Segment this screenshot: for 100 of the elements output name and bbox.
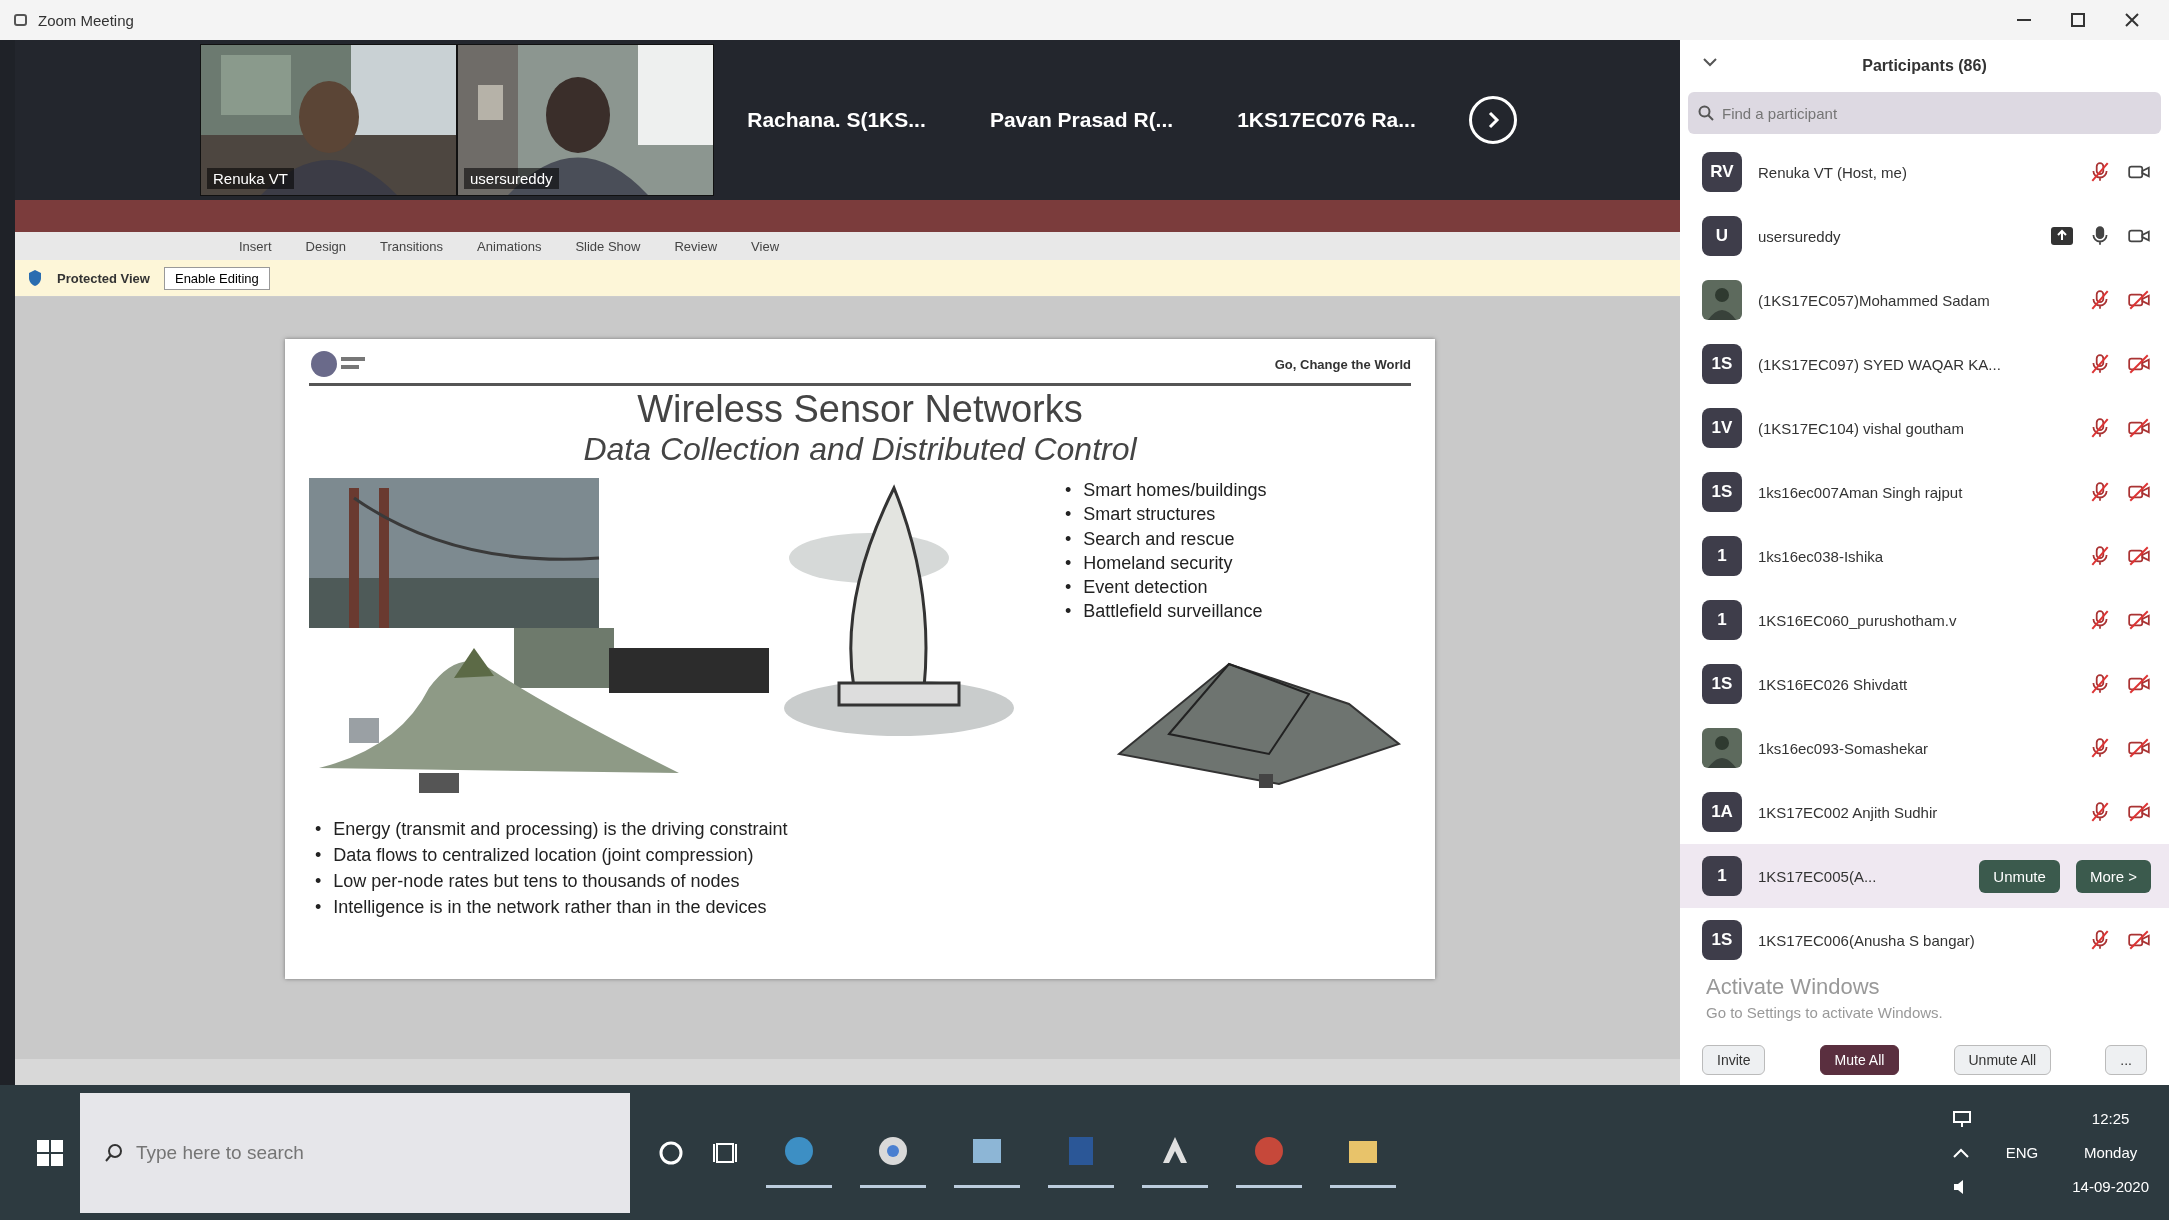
ribbon-tab[interactable]: Animations	[473, 236, 546, 256]
bullet-marker: •	[315, 870, 322, 894]
participant-name: Renuka VT (Host, me)	[1758, 163, 1908, 181]
chevron-up-icon[interactable]	[1951, 1146, 1970, 1159]
slide-bullet: Intelligence is in the network rather than in the devices	[333, 896, 767, 920]
mute-all-button[interactable]: Mute All	[1819, 1045, 1900, 1075]
muted-microphone-icon[interactable]	[2089, 929, 2111, 951]
zoom-logo-icon	[14, 12, 30, 28]
unmute-all-button[interactable]: Unmute All	[1953, 1045, 2052, 1075]
muted-microphone-icon[interactable]	[2089, 289, 2111, 311]
bullet-marker: •	[315, 844, 322, 868]
slide-bullet: Energy (transmit and processing) is the driving constraint	[333, 818, 788, 841]
avatar: 1	[1702, 856, 1742, 896]
clock-day[interactable]: Monday	[2072, 1144, 2149, 1161]
shield-icon	[27, 269, 43, 287]
clock-date[interactable]: 14-09-2020	[2072, 1178, 2149, 1195]
participant-row[interactable]: 1 1KS16EC060_purushotham.v	[1680, 588, 2169, 652]
video-off-icon[interactable]	[2127, 801, 2151, 823]
slide-bullet: Search and rescue	[1083, 527, 1235, 551]
video-tile[interactable]: usersureddy	[457, 44, 714, 196]
participant-row[interactable]: 1V (1KS17EC104) vishal goutham	[1680, 396, 2169, 460]
muted-microphone-icon[interactable]	[2089, 673, 2111, 695]
muted-microphone-icon[interactable]	[2089, 417, 2111, 439]
bullet-marker: •	[1065, 479, 1072, 502]
maximize-icon[interactable]	[2071, 13, 2085, 27]
cortana-icon[interactable]	[658, 1139, 684, 1166]
avatar: 1S	[1702, 344, 1742, 384]
slide-bullet: Low per-node rates but tens to thousands of nodes	[333, 870, 740, 894]
ribbon-tab[interactable]: Insert	[235, 236, 276, 256]
video-off-icon[interactable]	[2127, 929, 2151, 951]
participant-row[interactable]: 1 1ks16ec038-Ishika	[1680, 524, 2169, 588]
participant-row[interactable]: 1A 1KS17EC002 Anjith Sudhir	[1680, 780, 2169, 844]
muted-microphone-icon[interactable]	[2089, 481, 2111, 503]
participant-row[interactable]: 1S 1KS17EC006(Anusha S bangar)	[1680, 908, 2169, 972]
bullet-marker: •	[1065, 527, 1072, 551]
participant-row[interactable]: 1S (1KS17EC097) SYED WAQAR KA...	[1680, 332, 2169, 396]
participant-name: 1ks16ec093-Somashekar	[1758, 739, 1930, 757]
participant-row[interactable]: 1S 1KS16EC026 Shivdatt	[1680, 652, 2169, 716]
muted-microphone-icon[interactable]	[2089, 801, 2111, 823]
activation-title: Activate Windows	[1706, 974, 1881, 1000]
video-off-icon[interactable]	[2127, 545, 2151, 567]
avatar: 1S	[1702, 664, 1742, 704]
collapse-icon[interactable]	[1702, 56, 1718, 68]
participant-action-button[interactable]: More >	[2075, 859, 2151, 893]
participant-name: (1KS17EC104) vishal goutham	[1758, 419, 1965, 437]
participant-name-tile[interactable]: Rachana. S(1KS...	[714, 45, 959, 195]
video-off-icon[interactable]	[2127, 353, 2151, 375]
video-off-icon[interactable]	[2127, 417, 2151, 439]
close-icon[interactable]	[2125, 13, 2139, 27]
muted-microphone-icon[interactable]	[2089, 545, 2111, 567]
ribbon-tab[interactable]: Transitions	[376, 236, 448, 256]
participant-row[interactable]: 1 1KS17EC005(A... Unmute More >	[1680, 844, 2169, 908]
participant-name-tile[interactable]: 1KS17EC076 Ra...	[1204, 45, 1449, 195]
participant-action-button[interactable]: Unmute	[1979, 859, 2060, 893]
participant-name: 1ks16ec038-Ishika	[1758, 547, 1885, 565]
network-icon[interactable]	[1951, 1109, 1972, 1128]
muted-microphone-icon[interactable]	[2089, 609, 2111, 631]
slide-bullet: Event detection	[1083, 576, 1208, 600]
language-indicator[interactable]: ENG	[2005, 1144, 2039, 1161]
video-off-icon[interactable]	[2127, 609, 2151, 631]
ribbon-tab[interactable]: Design	[301, 236, 350, 256]
slide-tagline: Go, Change the World	[1274, 356, 1411, 372]
participant-name-tile[interactable]: Pavan Prasad R(...	[959, 45, 1204, 195]
participant-row[interactable]: 1S 1ks16ec007Aman Singh rajput	[1680, 460, 2169, 524]
participant-row[interactable]: (1KS17EC057)Mohammed Sadam	[1680, 268, 2169, 332]
search-icon	[104, 1142, 124, 1163]
video-off-icon[interactable]	[2127, 737, 2151, 759]
avatar: 1S	[1702, 472, 1742, 512]
clock-time[interactable]: 12:25	[2072, 1110, 2149, 1127]
participant-name: 1KS17EC005(A...	[1758, 867, 1878, 885]
participant-row[interactable]: RV Renuka VT (Host, me)	[1680, 140, 2169, 204]
participant-name: Renuka VT	[207, 168, 295, 189]
muted-microphone-icon[interactable]	[2089, 353, 2111, 375]
muted-microphone-icon[interactable]	[2089, 161, 2111, 183]
participant-row[interactable]: U usersureddy	[1680, 204, 2169, 268]
avatar: U	[1702, 216, 1742, 256]
participant-name: 1KS16EC060_purushotham.v	[1758, 611, 1958, 629]
video-tile[interactable]: Renuka VT	[200, 44, 457, 196]
video-off-icon[interactable]	[2127, 289, 2151, 311]
video-off-icon[interactable]	[2127, 673, 2151, 695]
enable-editing-button[interactable]: Enable Editing	[163, 266, 270, 290]
participant-name: usersureddy	[1758, 227, 1842, 245]
next-page-button[interactable]	[1469, 96, 1517, 144]
more-button[interactable]: ...	[2105, 1045, 2147, 1075]
bullet-marker: •	[315, 896, 322, 920]
ribbon-tab[interactable]: Review	[670, 236, 722, 256]
avatar: 1	[1702, 600, 1742, 640]
participant-row[interactable]: 1ks16ec093-Somashekar	[1680, 716, 2169, 780]
slide-bullet: Homeland security	[1083, 551, 1233, 575]
invite-button[interactable]: Invite	[1702, 1045, 1766, 1075]
muted-microphone-icon[interactable]	[2089, 737, 2111, 759]
ribbon-tab[interactable]: View	[747, 236, 784, 256]
participant-name: 1KS17EC006(Anusha S bangar)	[1758, 931, 1976, 949]
slide-title: Wireless Sensor Networks	[636, 388, 1084, 431]
slide-bullet: Data flows to centralized location (joint compression)	[333, 844, 754, 868]
participant-name: usersureddy	[464, 168, 559, 189]
ribbon-tab[interactable]: Slide Show	[571, 236, 645, 256]
avatar: RV	[1702, 152, 1742, 192]
avatar: 1	[1702, 536, 1742, 576]
video-off-icon[interactable]	[2127, 481, 2151, 503]
